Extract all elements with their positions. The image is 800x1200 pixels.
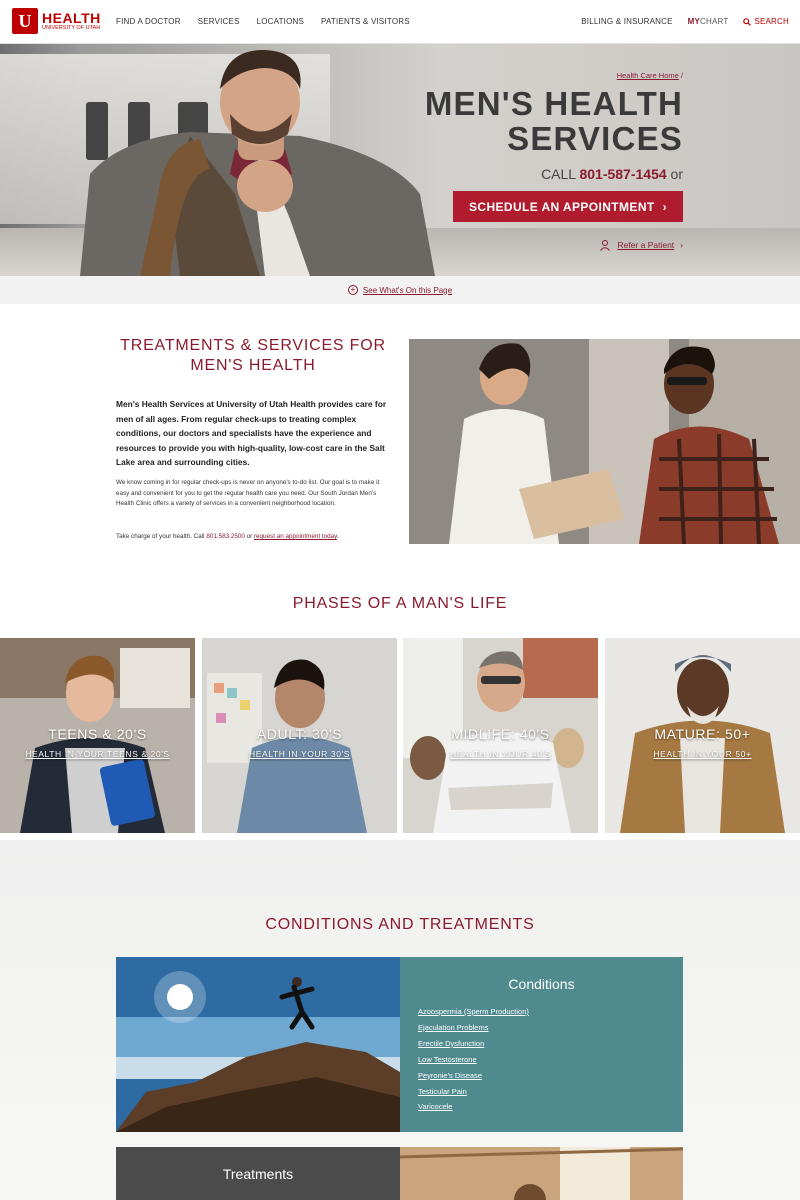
phase-link[interactable]: HEALTH IN YOUR 30'S [202,749,397,759]
condition-link[interactable]: Erectile Dysfunction [418,1036,529,1052]
page-title: MEN'S HEALTH SERVICES [424,85,683,157]
intro-call-to-action: Take charge of your health. Call 801.583… [116,533,339,540]
intro-heading: TREATMENTS & SERVICES FOR MEN'S HEALTH [120,337,386,374]
condition-link[interactable]: Peyronie's Disease [418,1068,529,1084]
site-header: U HEALTH UNIVERSITY OF UTAH FIND A DOCTO… [0,0,800,44]
nav-patients-visitors[interactable]: PATIENTS & VISITORS [321,17,410,26]
intro-lead-paragraph: Men's Health Services at University of U… [116,399,387,467]
condition-link[interactable]: Azoospermia (Sperm Production) [418,1004,529,1020]
chevron-right-icon: › [662,199,668,214]
search-icon [743,17,752,26]
chevron-right-icon: › [680,240,683,250]
nav-search[interactable]: SEARCH [743,17,789,26]
condition-link[interactable]: Varicocele [418,1099,529,1115]
page-contents-toggle[interactable]: + See What's On this Page [0,276,800,304]
utility-nav: BILLING & INSURANCE MYCHART SEARCH [581,17,789,26]
logo-u-mark: U [12,8,38,34]
conditions-panel: Conditions Azoospermia (Sperm Production… [400,957,683,1132]
conditions-heading: CONDITIONS AND TREATMENTS [265,916,535,933]
hero-banner: Health Care Home / MEN'S HEALTH SERVICES… [0,44,800,276]
condition-link[interactable]: Low Testosterone [418,1052,529,1068]
phase-label: MIDLIFE: 40'S [451,726,550,742]
conditions-panel-title: Conditions [508,976,575,992]
phase-link[interactable]: HEALTH IN YOUR TEENS & 20'S [0,749,195,759]
phase-card-teens[interactable]: TEENS & 20'S HEALTH IN YOUR TEENS & 20'S [0,638,195,833]
nav-locations[interactable]: LOCATIONS [257,17,304,26]
refer-patient-link[interactable]: Refer a Patient › [599,239,683,251]
logo-name: HEALTH [42,9,101,26]
phase-label: TEENS & 20'S [48,726,147,742]
breadcrumb: Health Care Home / [616,71,683,80]
nav-services[interactable]: SERVICES [198,17,240,26]
hero-call-text: CALL 801-587-1454 or [541,166,683,182]
runner-photo [116,957,400,1132]
phases-heading: PHASES OF A MAN'S LIFE [292,595,508,612]
request-appointment-link[interactable]: request an appointment today [254,533,337,540]
logo-subtitle: UNIVERSITY OF UTAH [42,24,101,31]
intro-phone-link[interactable]: 801.583.2500 [206,533,245,540]
hero-phone-link[interactable]: 801-587-1454 [579,166,666,182]
breadcrumb-home-link[interactable]: Health Care Home [617,71,679,80]
nav-mychart[interactable]: MYCHART [688,17,729,26]
doctor-patient-photo [409,339,800,544]
treatments-photo [400,1147,683,1200]
phase-label: ADULT: 30'S [256,726,343,742]
phase-link[interactable]: HEALTH IN YOUR 50+ [605,749,800,759]
phase-card-adult[interactable]: ADULT: 30'S HEALTH IN YOUR 30'S [202,638,397,833]
condition-link[interactable]: Testicular Pain [418,1084,529,1100]
condition-link[interactable]: Ejaculation Problems [418,1020,529,1036]
phase-label: MATURE: 50+ [654,726,751,742]
plus-circle-icon: + [347,285,358,295]
treatments-panel-title: Treatments [222,1166,294,1182]
phase-link[interactable]: HEALTH IN YOUR 40'S [403,749,598,759]
site-logo[interactable]: U HEALTH UNIVERSITY OF UTAH [12,8,101,34]
schedule-appointment-button[interactable]: SCHEDULE AN APPOINTMENT › [453,191,683,222]
treatments-panel: Treatments [116,1147,400,1200]
primary-nav: FIND A DOCTOR SERVICES LOCATIONS PATIENT… [116,17,410,26]
nav-find-a-doctor[interactable]: FIND A DOCTOR [116,17,181,26]
nav-billing-insurance[interactable]: BILLING & INSURANCE [581,17,672,26]
conditions-list: Azoospermia (Sperm Production) Ejaculati… [418,1004,529,1115]
phase-card-midlife[interactable]: MIDLIFE: 40'S HEALTH IN YOUR 40'S [403,638,598,833]
intro-body-paragraph: We know coming in for regular check-ups … [116,479,380,507]
hero-man-photo [80,49,435,276]
person-icon [600,240,611,251]
phase-card-mature[interactable]: MATURE: 50+ HEALTH IN YOUR 50+ [605,638,800,833]
